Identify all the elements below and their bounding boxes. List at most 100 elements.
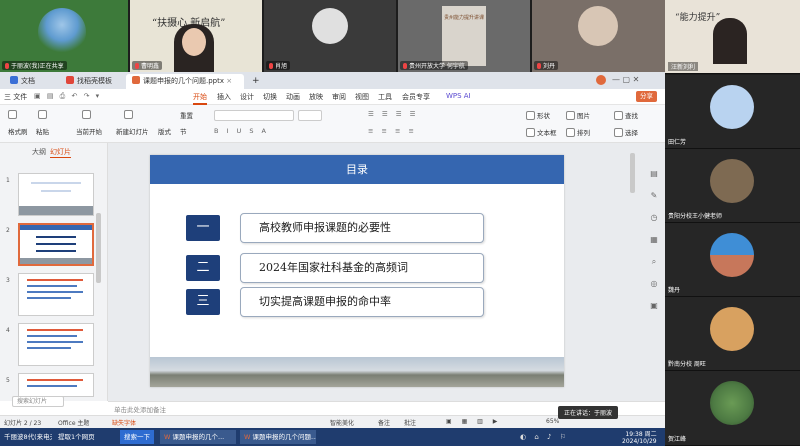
wps-icon: W [244,433,253,441]
participant-tile[interactable]: “能力提升” 汪新刘利 [665,0,800,74]
paste-button[interactable] [38,110,49,119]
paragraph-buttons[interactable]: ☰ ☰ ☰ ☰ [368,110,419,118]
canvas-scrollbar[interactable] [630,153,635,193]
view-mode-buttons[interactable]: ▣ ▦ ▥ ▶ [446,418,501,425]
play-from-current-button[interactable] [82,110,93,119]
menu-transition[interactable]: 切换 [263,92,277,102]
font-style-buttons[interactable]: B I U S A [214,127,269,135]
share-button[interactable]: 分享 [636,91,657,102]
tab-pptx[interactable]: 课题申报的几个问题.pptx × [126,74,244,89]
slide-search-input[interactable]: 搜索幻灯片 [12,396,64,407]
notes-placeholder: 单击此处添加备注 [114,406,166,414]
participant-tile[interactable]: 贵阳分校王小健老师 [665,149,800,223]
docs-icon [10,76,18,84]
new-slide-icon [124,110,133,119]
tile-caption: 贺江峰 [668,436,687,443]
participant-avatar [710,381,754,425]
menu-design[interactable]: 设计 [240,92,254,102]
mic-muted-icon [403,63,407,69]
menu-insert[interactable]: 插入 [217,92,231,102]
theme-name[interactable]: Office 主题 [58,418,89,427]
tab-slides[interactable]: 幻灯片 [50,147,71,158]
side-tools[interactable]: ▤ ✎ ◷ ▦ ⌕ ◎ ▣ [648,163,660,317]
menu-animation[interactable]: 动画 [286,92,300,102]
tab-templates[interactable]: 找稻壳模板 [60,74,118,89]
slide-thumbnail[interactable] [18,173,94,216]
slide-thumbnail[interactable] [18,273,94,316]
menu-member[interactable]: 会员专享 [402,92,430,102]
window-controls[interactable]: — ▢ ✕ [612,75,639,84]
textbox-button[interactable]: 文本框 [526,127,557,137]
thumbnail-scrollbar[interactable] [96,213,101,283]
zoom-level[interactable]: 65% [546,418,559,425]
slide-thumbnail[interactable] [18,373,94,397]
participant-tile[interactable]: 贺江峰 [665,371,800,446]
taskbar-search[interactable]: 搜索一下 [120,430,154,444]
font-size-select[interactable] [298,110,322,121]
menu-slideshow[interactable]: 放映 [309,92,323,102]
video-tile-banner[interactable]: “扶摄心 新启航” 曹明鑫 [130,0,262,72]
mic-muted-icon [269,63,273,69]
find-button[interactable]: 查找 [614,110,638,120]
taskbar-item[interactable]: 千丽波8代(来电无线) [0,430,52,444]
participant-avatar [710,307,754,351]
wps-window: 文档 找稻壳模板 课题申报的几个问题.pptx × + — ▢ ✕ 三 文件 ▣… [0,72,665,428]
shape-icon [526,111,535,120]
taskbar-item[interactable]: W 课题申报的几个问题... [240,430,316,444]
slide-thumbnail-selected[interactable] [18,223,94,266]
taskbar-item[interactable]: W 课题申报的几个... [160,430,236,444]
taskbar-item[interactable]: 提取1个网页 [54,430,118,444]
menu-file[interactable]: 三 文件 [4,92,27,102]
arrange-button[interactable]: 排列 [566,127,590,137]
shape-button[interactable]: 形状 [526,110,550,120]
speaking-indicator: 正在讲话：于丽波 [558,406,619,419]
section-button[interactable]: 节 [180,126,187,136]
comments-button[interactable]: 批注 [404,418,416,427]
tile-caption: 黔南分校 周旺 [668,361,706,368]
participant-tile[interactable]: 黔南分校 周旺 [665,297,800,371]
missing-font[interactable]: 缺失字体 [112,418,136,427]
tab-docs[interactable]: 文档 [4,74,41,89]
format-painter-button[interactable] [8,110,19,119]
close-icon[interactable]: × [226,77,232,85]
new-slide-button[interactable] [124,110,135,119]
notes-button[interactable]: 备注 [378,418,390,427]
reset-button[interactable]: 重置 [180,110,193,120]
participant-avatar [710,233,754,277]
tile-caption: 刘丹 [534,61,559,70]
menu-wps-ai[interactable]: WPS AI [446,92,471,100]
menu-view[interactable]: 视图 [355,92,369,102]
item-number-2: 二 [186,255,220,281]
menu-home[interactable]: 开始 [193,92,207,105]
font-name-select[interactable] [214,110,294,121]
menu-review[interactable]: 审阅 [332,92,346,102]
video-tile-guizhou[interactable]: 贵州能力提升讲课 贵州开放大学 何宇航 [398,0,530,72]
ribbon-toolbar: 格式刷 粘贴 当前开始 新建幻灯片 版式 节 重置 B I U S A ☰ ☰ … [0,105,665,143]
tile-caption: 田仁芳 [668,139,687,146]
quick-access-toolbar[interactable]: ▣ ▤ ⎙ ↶ ↷ ▾ [34,92,101,101]
select-button[interactable]: 选择 [614,127,638,137]
new-tab-icon[interactable]: + [246,74,266,89]
layout-button[interactable]: 版式 [158,126,171,136]
tile-caption: 于丽波(我)正在共享 [2,61,67,70]
picture-button[interactable]: 图片 [566,110,590,120]
menubar: 三 文件 ▣ ▤ ⎙ ↶ ↷ ▾ 开始 插入 设计 切换 动画 放映 审阅 视图… [0,89,665,105]
participant-tile[interactable]: 田仁芳 [665,75,800,149]
person-face [578,6,618,46]
video-tile-presenter[interactable]: 于丽波(我)正在共享 [0,0,128,72]
tile-caption: 肖旭 [266,61,291,70]
menu-tools[interactable]: 工具 [378,92,392,102]
slide-thumbnail[interactable] [18,323,94,366]
tray-icons[interactable]: ◐ ⌂ ♪ ⚐ [520,433,569,441]
search-icon [614,111,623,120]
smart-beautify-button[interactable]: 智能美化 [330,418,354,427]
user-avatar-icon[interactable] [596,75,606,85]
align-buttons[interactable]: ≡ ≡ ≡ ≡ [368,127,417,135]
paste-label: 粘贴 [36,128,49,136]
participant-tile[interactable]: 魏丹 [665,223,800,297]
video-tile-liudan[interactable]: 刘丹 [532,0,665,72]
video-tile-avatar[interactable]: 肖旭 [264,0,396,72]
current-slide[interactable]: 目录 一 高校教师申报课题的必要性 二 2024年国家社科基金的高频词 三 切实… [150,155,564,387]
thumb-number: 5 [6,377,10,384]
tab-outline[interactable]: 大纲 [32,147,46,157]
